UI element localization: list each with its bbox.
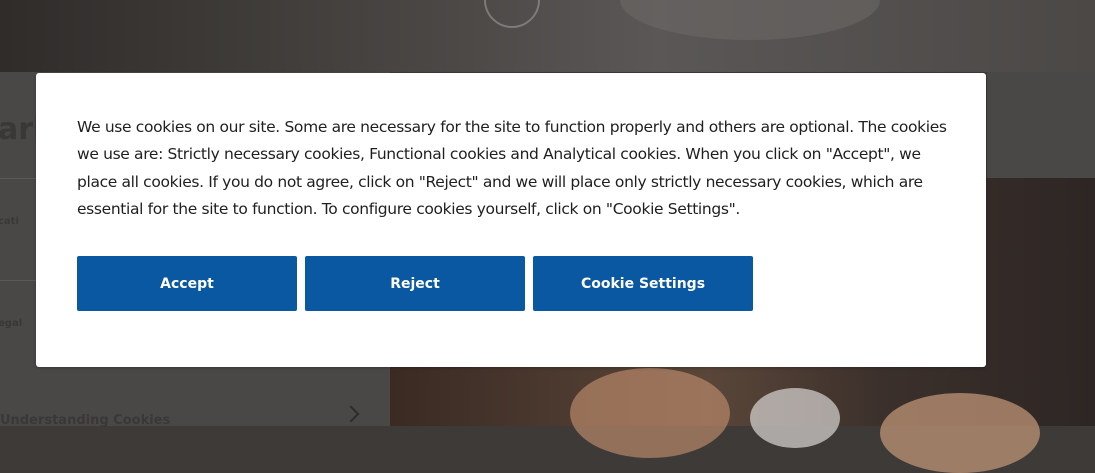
background-hero-highlight [620, 0, 880, 40]
cookie-consent-dialog: We use cookies on our site. Some are nec… [36, 73, 986, 367]
background-photo-detail [880, 393, 1040, 473]
accept-button[interactable]: Accept [77, 256, 297, 311]
background-text-fragment: cati [0, 216, 19, 227]
background-photo-detail [750, 388, 840, 448]
cookie-consent-message: We use cookies on our site. Some are nec… [77, 118, 947, 218]
background-photo-detail [570, 368, 730, 458]
reject-button[interactable]: Reject [305, 256, 525, 311]
background-hero-image [0, 0, 1095, 72]
background-right-panel [987, 72, 1095, 178]
background-text-fragment: egal [0, 318, 23, 329]
background-circle-icon [484, 0, 540, 28]
cookie-settings-button[interactable]: Cookie Settings [533, 256, 753, 311]
